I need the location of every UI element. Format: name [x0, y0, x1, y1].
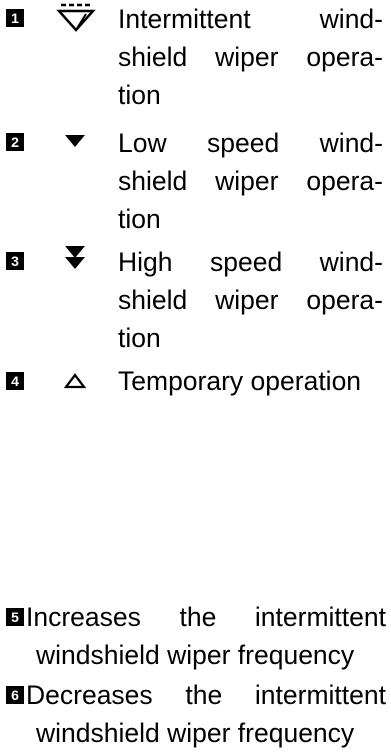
- item-number-badge: 3: [6, 252, 24, 270]
- low-speed-arrow-icon: [65, 135, 85, 147]
- note-text-line: windshield wiper frequency: [36, 640, 355, 670]
- item-description: Intermittent wind- shield wiper opera- t…: [118, 4, 383, 110]
- temporary-operation-triangle-icon: [64, 373, 86, 389]
- item-number-badge: 4: [6, 372, 24, 390]
- intermittent-wiper-icon: [56, 3, 96, 32]
- item-description: High speed wind- shield wiper opera- tio…: [118, 247, 383, 353]
- note-number-badge: 6: [6, 686, 24, 704]
- note-number-badge: 5: [6, 608, 24, 626]
- high-speed-double-arrow-icon: [65, 246, 85, 269]
- item-description: Low speed wind- shield wiper opera- tion: [118, 128, 383, 234]
- item-number-badge: 2: [6, 133, 24, 151]
- item-description: Temporary operation: [118, 366, 362, 396]
- note-item: 6 Decreases the intermittent windshield …: [6, 676, 386, 752]
- note-item: 5 Increases the intermittent windshield …: [6, 598, 386, 674]
- note-text-line: Decreases the intermittent: [26, 680, 386, 710]
- note-text-line: Increases the intermittent: [26, 602, 386, 632]
- note-text-line: windshield wiper frequency: [36, 718, 355, 748]
- item-number-badge: 1: [6, 9, 24, 27]
